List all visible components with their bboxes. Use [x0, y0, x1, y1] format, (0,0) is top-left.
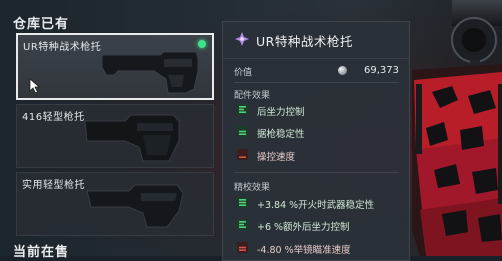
quality-gem-icon	[235, 32, 249, 46]
weapon-preview-image	[412, 0, 502, 256]
on-sale-section-title: 当前在售	[13, 245, 70, 260]
item-card-ur-stock[interactable]: UR特种战术枪托	[16, 33, 214, 100]
divider	[234, 82, 399, 83]
mouse-cursor-icon	[29, 78, 41, 94]
ur-stock-image	[101, 51, 199, 94]
accessory-effect-row: 后坐力控制	[237, 103, 403, 119]
recoil-up-icon	[237, 219, 248, 230]
accessory-effect-text: 据枪稳定性	[257, 129, 305, 140]
accessory-effects-title: 配件效果	[234, 91, 271, 101]
accessory-effect-row: 据枪稳定性	[237, 125, 403, 141]
utility-stock-image	[86, 184, 184, 228]
owned-section-title: 仓库已有	[13, 17, 70, 32]
tuning-effect-row: +6 %额外后坐力控制	[237, 218, 403, 234]
detail-header: UR特种战术枪托	[223, 22, 409, 59]
divider	[234, 172, 399, 173]
item-label: 实用轻型枪托	[22, 180, 85, 191]
tuning-effect-row: +3.84 %开火时武器稳定性	[237, 196, 403, 212]
equipped-indicator	[198, 40, 206, 48]
accessory-effect-text: 操控速度	[257, 152, 296, 163]
item-card-utility-stock[interactable]: 实用轻型枪托	[16, 172, 214, 236]
item-card-416-stock[interactable]: 416轻型枪托	[16, 104, 214, 168]
stability-up-icon	[237, 126, 248, 137]
item-label: 416轻型枪托	[22, 112, 85, 123]
recoil-up-icon	[237, 104, 248, 115]
handling-down-icon	[237, 149, 248, 160]
tuning-effect-text: +6 %额外后坐力控制	[257, 222, 350, 233]
price-label: 价值	[234, 68, 253, 78]
detail-title: UR特种战术枪托	[256, 34, 353, 49]
416-stock-image	[84, 114, 180, 162]
price-value: 69,373	[364, 65, 399, 76]
tuning-effect-text: -4.80 %举镜瞄准速度	[257, 245, 351, 256]
aim-speed-down-icon	[237, 242, 248, 253]
tuning-effect-text: +3.84 %开火时武器稳定性	[257, 200, 375, 211]
stability-up-icon	[237, 197, 248, 208]
tuning-effects-title: 精校效果	[234, 183, 271, 193]
accessory-effect-row: 操控速度	[237, 148, 403, 164]
tuning-effect-row: -4.80 %举镜瞄准速度	[237, 241, 403, 257]
item-label: UR特种战术枪托	[23, 42, 102, 53]
price-row: 价值 69,373	[234, 65, 399, 81]
accessory-effect-text: 后坐力控制	[257, 107, 305, 118]
item-detail-panel: UR特种战术枪托 价值 69,373 配件效果 后坐力控制 据枪稳定性 操控速度	[222, 21, 410, 261]
currency-coin-icon	[338, 66, 347, 75]
